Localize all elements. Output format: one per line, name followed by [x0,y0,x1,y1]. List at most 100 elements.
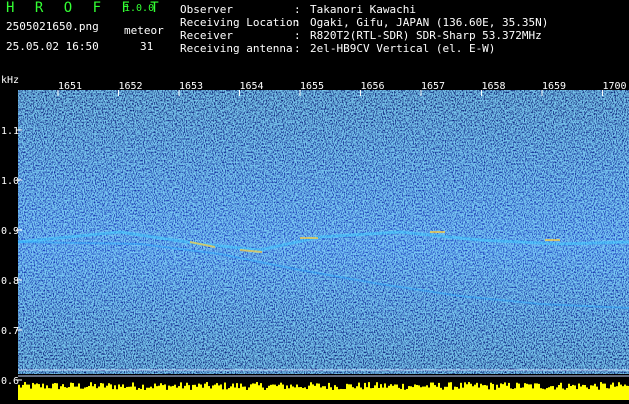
amplitude-bar [458,388,460,400]
info-colon: : [294,3,301,16]
amplitude-bar [334,385,336,400]
amplitude-bar [480,383,482,400]
amplitude-bar [370,388,372,400]
amplitude-bar [418,385,420,400]
amplitude-bar [576,389,578,400]
amplitude-bar [390,384,392,400]
amplitude-bar [288,388,290,400]
amplitude-bar [92,386,94,400]
spectrogram: kHz 1.1 1.0 0.9 0.8 0.7 0.6 1651 1652 1653 1654 1… [1,75,629,400]
amplitude-bar [466,384,468,400]
amplitude-bar [544,389,546,400]
amplitude-bar [548,387,550,400]
info-label: Receiver [180,29,233,42]
amplitude-bar [554,389,556,400]
amplitude-bar [66,387,68,400]
amplitude-bar [110,384,112,400]
amplitude-bar [420,387,422,400]
amplitude-bar [252,383,254,400]
amplitude-bar [572,384,574,400]
amplitude-bar [314,385,316,400]
amplitude-bar [436,386,438,400]
amplitude-bar [454,386,456,400]
amplitude-bar [108,383,110,400]
amplitude-bar [136,389,138,400]
amplitude-bar [56,383,58,400]
amplitude-bar [254,383,256,400]
amplitude-bar [78,383,80,400]
amplitude-bar [394,384,396,400]
time-tick-label: 1654 [239,81,263,92]
amplitude-bar [388,385,390,400]
amplitude-bar [522,387,524,400]
amplitude-bar [510,388,512,400]
amplitude-bar [330,387,332,400]
amplitude-bar [178,386,180,400]
frequency-tick-label: 1.1 [1,126,19,137]
amplitude-bar [490,382,492,400]
amplitude-bar [416,384,418,400]
amplitude-bar [282,384,284,400]
amplitude-bar [380,384,382,400]
amplitude-bar [484,384,486,400]
info-label: Observer [180,3,233,16]
amplitude-bar [94,383,96,400]
amplitude-bar [158,385,160,400]
frequency-tick-label: 0.9 [1,226,19,237]
amplitude-bar [524,383,526,400]
amplitude-bar [230,386,232,400]
amplitude-bar [472,386,474,400]
amplitude-bar [312,384,314,400]
time-tick-label: 1652 [118,81,142,92]
amplitude-bar [450,382,452,400]
amplitude-bar [618,382,620,400]
amplitude-bar [526,383,528,400]
amplitude-bar [268,385,270,400]
amplitude-bar [148,387,150,400]
amplitude-bar [132,382,134,400]
time-tick-label: 1658 [481,81,505,92]
app-version: 1.0.0 [124,3,155,14]
amplitude-bar [620,384,622,400]
amplitude-bar [258,385,260,400]
amplitude-bar [140,388,142,400]
amplitude-bar [518,383,520,400]
info-label: Receiving Location [180,16,300,29]
amplitude-bar [38,384,40,400]
amplitude-bar [324,386,326,400]
time-tick-label: 1657 [421,81,445,92]
amplitude-bar [130,386,132,400]
amplitude-bar [384,383,386,400]
amplitude-bar [460,382,462,400]
amplitude-bar [212,385,214,400]
amplitude-bar [122,384,124,400]
amplitude-bar [84,387,86,400]
amplitude-bar [350,384,352,400]
amplitude-bar [570,386,572,400]
amplitude-bar [102,383,104,400]
time-tick-label: 1656 [360,81,384,92]
amplitude-bar [250,384,252,400]
amplitude-bar [296,384,298,400]
amplitude-bar [138,387,140,400]
frequency-tick-label: 0.6 [1,376,19,387]
amplitude-bar [538,383,540,400]
amplitude-bar [432,382,434,400]
info-colon: : [294,29,301,42]
amplitude-bar [280,382,282,400]
amplitude-bar [272,384,274,400]
amplitude-bar [422,386,424,400]
amplitude-bar [444,386,446,400]
amplitude-bar [536,383,538,400]
amplitude-bar [336,386,338,400]
amplitude-bar [452,389,454,400]
amplitude-bar [332,389,334,400]
amplitude-bar [210,388,212,400]
amplitude-bar [74,386,76,400]
amplitude-bar [316,383,318,400]
amplitude-bar [218,385,220,400]
amplitude-bar [430,382,432,400]
amplitude-bar [386,387,388,400]
amplitude-bar [486,385,488,400]
amplitude-bar [506,385,508,400]
